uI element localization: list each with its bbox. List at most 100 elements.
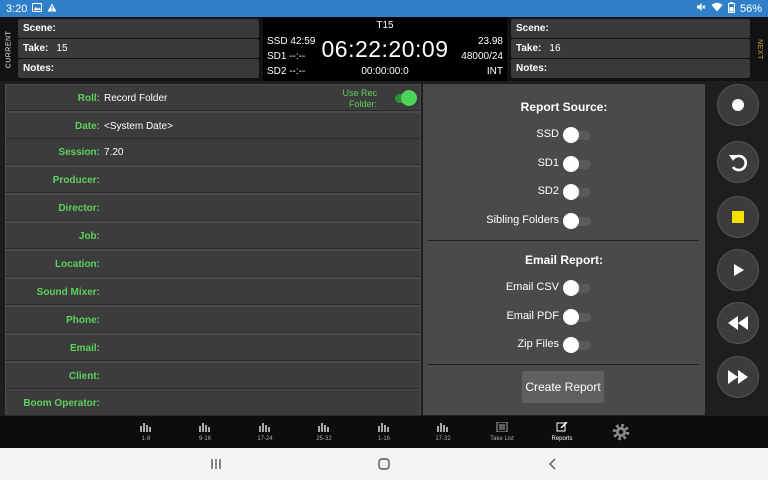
email-option-label: Email CSV bbox=[505, 281, 559, 293]
tab-take-list[interactable]: Take List bbox=[482, 416, 522, 448]
form-row-sound-mixer[interactable]: Sound Mixer: bbox=[6, 279, 420, 305]
mute-icon bbox=[696, 2, 706, 15]
form-row-job[interactable]: Job: bbox=[6, 223, 420, 249]
image-notification-icon bbox=[32, 2, 43, 15]
play-icon bbox=[734, 264, 744, 276]
current-scene-field[interactable]: Scene: bbox=[18, 19, 259, 38]
next-take-value: 16 bbox=[549, 43, 561, 54]
tab-25-32[interactable]: 25-32 bbox=[304, 416, 344, 448]
use-rec-folder-toggle[interactable] bbox=[389, 90, 419, 106]
field-value[interactable]: Record Folder bbox=[104, 85, 167, 111]
undo-icon bbox=[729, 154, 747, 172]
email-report-title: Email Report: bbox=[524, 253, 603, 267]
fast-forward-icon bbox=[728, 370, 748, 384]
toggle-knob bbox=[563, 213, 579, 229]
record-icon bbox=[732, 99, 744, 111]
play-button[interactable] bbox=[717, 249, 759, 291]
next-notes-field[interactable]: Notes: bbox=[511, 59, 750, 78]
meter-icon bbox=[437, 423, 448, 432]
tab-label: 17-24 bbox=[257, 436, 273, 442]
next-take-label-text: Take: bbox=[516, 43, 542, 54]
current-take-field[interactable]: Take: 15 bbox=[18, 39, 259, 58]
source-sd2-toggle[interactable] bbox=[563, 184, 593, 200]
report-info-form: Roll: Record Folder Use Rec Folder: Date… bbox=[5, 84, 421, 416]
tab-reports[interactable]: Reports bbox=[542, 416, 582, 448]
tab-17-24[interactable]: 17-24 bbox=[245, 416, 285, 448]
tab-label: Reports bbox=[551, 436, 573, 442]
report-panel: Report Source: SSD SD1 SD2 Sibling Folde… bbox=[423, 84, 705, 415]
tab-label: 1-8 bbox=[141, 436, 151, 442]
form-row-date[interactable]: Date: <System Date> bbox=[6, 113, 420, 139]
toggle-knob bbox=[563, 184, 579, 200]
tab-label: 25-32 bbox=[316, 436, 332, 442]
current-take-value: 15 bbox=[56, 43, 68, 54]
email-pdf-toggle[interactable] bbox=[563, 309, 593, 325]
take-list-icon bbox=[496, 422, 508, 432]
next-take-field[interactable]: Take: 16 bbox=[511, 39, 750, 58]
undo-button[interactable] bbox=[717, 141, 759, 183]
record-button[interactable] bbox=[717, 84, 759, 126]
back-button[interactable] bbox=[546, 456, 560, 472]
back-icon bbox=[549, 458, 556, 470]
meter-icon bbox=[199, 423, 210, 432]
fast-forward-button[interactable] bbox=[717, 356, 759, 398]
next-take-section-label: NEXT bbox=[755, 38, 763, 60]
form-row-director[interactable]: Director: bbox=[6, 195, 420, 221]
elapsed-time: 00:00:00:0 bbox=[361, 66, 409, 77]
email-csv-toggle[interactable] bbox=[563, 280, 593, 296]
section-divider bbox=[428, 240, 699, 241]
warning-icon bbox=[47, 3, 57, 15]
stop-button[interactable] bbox=[717, 196, 759, 238]
form-row-boom-operator[interactable]: Boom Operator: bbox=[6, 390, 420, 416]
recent-apps-button[interactable] bbox=[209, 456, 223, 472]
battery-level: 56% bbox=[739, 2, 762, 15]
source-option-label: SD2 bbox=[537, 185, 559, 197]
source-option-label: Sibling Folders bbox=[486, 214, 559, 226]
stop-icon bbox=[732, 211, 744, 223]
email-option-label: Email PDF bbox=[506, 310, 559, 322]
toggle-knob bbox=[563, 337, 579, 353]
source-sd1-toggle[interactable] bbox=[563, 156, 593, 172]
timecode-mode: INT bbox=[486, 66, 503, 77]
home-button[interactable] bbox=[377, 456, 391, 472]
form-row-email[interactable]: Email: bbox=[6, 335, 420, 361]
field-label: Client: bbox=[68, 370, 100, 382]
tab-9-16[interactable]: 9-16 bbox=[185, 416, 225, 448]
toggle-knob bbox=[563, 156, 579, 172]
status-bar: 3:20 56% bbox=[0, 0, 768, 17]
section-divider bbox=[428, 364, 699, 365]
form-row-phone[interactable]: Phone: bbox=[6, 307, 420, 333]
tab-1-16[interactable]: 1-16 bbox=[364, 416, 404, 448]
take-name: T15 bbox=[376, 20, 394, 31]
source-sibling-folders-toggle[interactable] bbox=[563, 213, 593, 229]
source-ssd-toggle[interactable] bbox=[563, 127, 593, 143]
tab-1-8[interactable]: 1-8 bbox=[126, 416, 166, 448]
toggle-knob bbox=[563, 127, 579, 143]
frame-rate: 23.98 bbox=[477, 36, 503, 47]
field-value[interactable]: <System Date> bbox=[104, 113, 173, 139]
field-label: Sound Mixer: bbox=[36, 286, 100, 298]
form-row-location[interactable]: Location: bbox=[6, 251, 420, 277]
form-row-session[interactable]: Session: 7.20 bbox=[6, 139, 420, 165]
system-nav-bar bbox=[0, 448, 768, 480]
toggle-knob bbox=[401, 90, 417, 106]
current-notes-field[interactable]: Notes: bbox=[18, 59, 259, 78]
field-value[interactable]: 7.20 bbox=[104, 139, 123, 165]
zip-files-toggle[interactable] bbox=[563, 337, 593, 353]
form-row-roll[interactable]: Roll: Record Folder Use Rec Folder: bbox=[6, 85, 420, 111]
bottom-tab-bar: 1-8 9-16 17-24 25-32 1-16 17-32 Take Lis… bbox=[0, 416, 768, 448]
rewind-button[interactable] bbox=[717, 302, 759, 344]
field-label: Date: bbox=[74, 120, 100, 132]
field-label: Job: bbox=[78, 230, 100, 242]
app-root: 3:20 56% CURRENT Scene: Take: 15 Notes: … bbox=[0, 0, 768, 480]
next-scene-field[interactable]: Scene: bbox=[511, 19, 750, 38]
email-option-label: Zip Files bbox=[517, 338, 559, 350]
field-label: Director: bbox=[58, 202, 100, 214]
tab-17-32[interactable]: 17-32 bbox=[423, 416, 463, 448]
tab-settings[interactable] bbox=[601, 416, 641, 448]
field-label: Roll: bbox=[77, 92, 100, 104]
create-report-button[interactable]: Create Report bbox=[522, 371, 604, 403]
form-row-client[interactable]: Client: bbox=[6, 363, 420, 389]
recent-apps-icon bbox=[211, 459, 221, 469]
form-row-producer[interactable]: Producer: bbox=[6, 167, 420, 193]
